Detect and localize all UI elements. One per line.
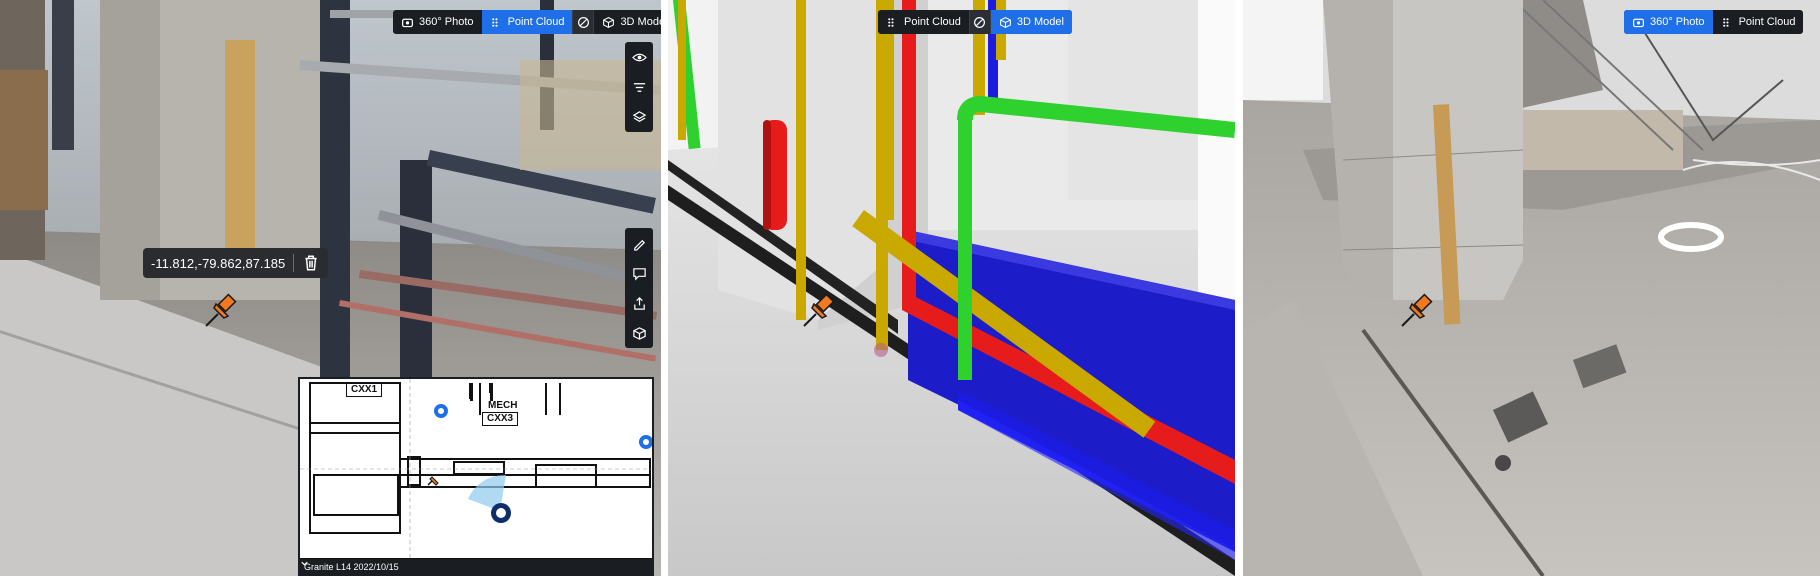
coordinates-readout: -11.812,-79.862,87.185 — [151, 255, 286, 271]
sync-compare-button[interactable] — [572, 10, 595, 34]
view-mode-toggle[interactable]: 360° Photo Point Cloud 3D Model — [393, 10, 661, 34]
model-3d-label-2: 3D Model — [1016, 16, 1064, 28]
sync-compare-button-2[interactable] — [968, 10, 991, 34]
comment-icon — [632, 267, 646, 281]
comment-button[interactable] — [625, 258, 653, 288]
ruler-pencil-icon — [633, 239, 645, 251]
pushpin-icon[interactable] — [798, 290, 840, 332]
sync-compare-icon — [577, 16, 589, 28]
photo-360-button-3[interactable]: 360° Photo — [1624, 10, 1713, 34]
view-mode-toggle-2[interactable]: Point Cloud 3D Model — [878, 10, 1072, 34]
annotation-tools-group — [625, 228, 653, 348]
photo-360-icon — [1633, 18, 1644, 27]
point-cloud-label-2: Point Cloud — [904, 16, 961, 28]
room-label-cxx3: CXX3 — [482, 412, 519, 426]
photo-360-icon — [402, 18, 413, 27]
trash-icon — [305, 255, 317, 271]
eye-icon — [631, 53, 647, 61]
measurement-tooltip: -11.812,-79.862,87.185 — [143, 248, 329, 278]
filter-icon — [633, 82, 645, 92]
minimap-footer[interactable]: Granite L14 2022/10/15 — [300, 559, 652, 574]
point-cloud-label-3: Point Cloud — [1738, 16, 1796, 28]
delete-measurement-button[interactable] — [302, 254, 320, 272]
visibility-button[interactable] — [625, 42, 653, 72]
photo-360-label-3: 360° Photo — [1650, 16, 1705, 28]
box-3d-icon — [632, 326, 646, 340]
measure-button[interactable] — [625, 228, 653, 258]
model-3d-button-2[interactable]: 3D Model — [990, 10, 1072, 34]
grid-dots-icon — [1722, 17, 1729, 27]
point-cloud-button-3[interactable]: Point Cloud — [1713, 10, 1804, 34]
floorplan-drawing — [300, 379, 652, 561]
sync-compare-icon — [974, 16, 986, 28]
filter-button[interactable] — [625, 72, 653, 102]
pushpin-icon[interactable] — [200, 290, 242, 332]
share-icon — [633, 296, 645, 310]
point-cloud-view[interactable]: 360° Photo Point Cloud 3D Model — [0, 0, 661, 576]
point-cloud-label: Point Cloud — [507, 16, 565, 28]
view-tools-group — [625, 42, 653, 132]
cube-icon — [603, 16, 615, 28]
point-cloud-button-2[interactable]: Point Cloud — [878, 10, 969, 34]
minimap-caption: Granite L14 2022/10/15 — [304, 561, 399, 572]
model-3d-scene[interactable] — [668, 0, 1235, 576]
layers-icon — [632, 110, 646, 122]
layers-button[interactable] — [625, 102, 653, 132]
chevron-down-icon[interactable] — [300, 559, 309, 568]
cube-icon — [999, 16, 1011, 28]
room-label-mech: MECH — [488, 400, 518, 411]
model-3d-view[interactable]: Point Cloud 3D Model — [668, 0, 1235, 576]
model-3d-label: 3D Model — [620, 16, 661, 28]
photo-360-button[interactable]: 360° Photo — [393, 10, 482, 34]
tooltip-divider — [293, 254, 295, 272]
model-3d-button[interactable]: 3D Model — [594, 10, 661, 34]
pushpin-icon[interactable] — [1396, 290, 1438, 332]
photo-360-label: 360° Photo — [419, 16, 474, 28]
point-cloud-button[interactable]: Point Cloud — [481, 10, 573, 34]
share-button[interactable] — [625, 288, 653, 318]
view-mode-toggle-3[interactable]: 360° Photo Point Cloud — [1624, 10, 1804, 34]
photo-360-view[interactable]: 360° Photo Point Cloud — [1243, 0, 1820, 576]
floorplan-minimap[interactable]: CXX1 MECH CXX3 Granite L14 2022/10/15 — [298, 377, 654, 576]
box-3d-button[interactable] — [625, 318, 653, 348]
grid-dots-icon — [888, 17, 894, 27]
grid-dots-icon — [491, 17, 498, 27]
room-label-cxx1: CXX1 — [346, 383, 383, 397]
photo-360-scene[interactable] — [1243, 0, 1820, 576]
